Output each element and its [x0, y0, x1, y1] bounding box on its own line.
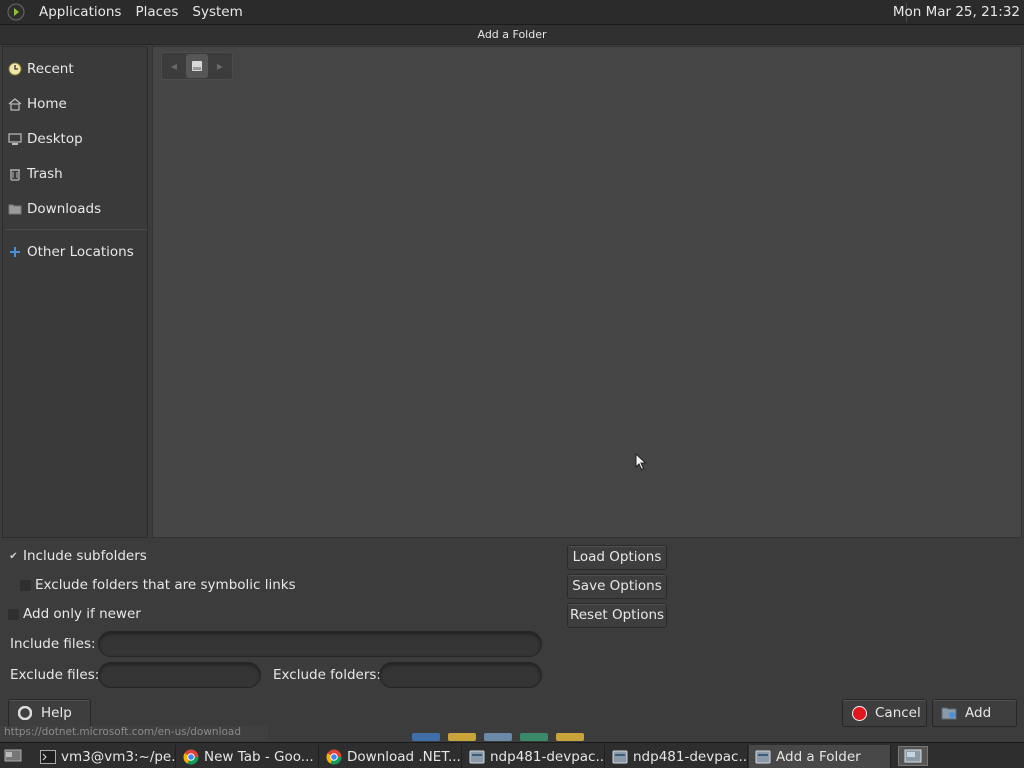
add-button-label: Add	[965, 705, 992, 721]
workspace-switcher-icon[interactable]	[898, 746, 928, 766]
taskbar-item-label: vm3@vm3:~/pe...	[61, 748, 176, 765]
include-subfolders-checkbox[interactable]: ✔ Include subfolders	[8, 548, 147, 564]
menu-applications[interactable]: Applications	[32, 4, 128, 20]
taskbar-item-label: ndp481-devpac...	[633, 748, 748, 765]
distro-logo-icon[interactable]	[6, 2, 26, 22]
include-files-label: Include files:	[10, 636, 96, 652]
sidebar-item-label: Recent	[27, 61, 74, 77]
browser-status-url: https://dotnet.microsoft.com/en-us/downl…	[0, 726, 268, 740]
add-if-newer-label: Add only if newer	[23, 606, 141, 622]
unchecked-box	[8, 608, 19, 620]
unchecked-box	[20, 579, 31, 591]
folder-icon	[7, 201, 23, 217]
exclude-files-label: Exclude files:	[10, 667, 100, 683]
drive-icon	[192, 61, 202, 71]
menu-places[interactable]: Places	[128, 4, 185, 20]
sidebar-item-downloads[interactable]: Downloads	[3, 194, 147, 224]
include-files-input[interactable]	[98, 631, 542, 657]
sidebar-item-desktop[interactable]: Desktop	[3, 124, 147, 154]
taskbar-item-download-net[interactable]: Download .NET...	[320, 745, 462, 768]
exclude-folders-input[interactable]	[379, 662, 542, 688]
exclude-files-input[interactable]	[98, 662, 261, 688]
sidebar-item-label: Other Locations	[27, 244, 134, 260]
check-icon: ✔	[9, 550, 18, 562]
include-subfolders-label: Include subfolders	[23, 548, 147, 564]
cancel-button[interactable]: Cancel	[842, 699, 927, 727]
background-window-strip	[412, 733, 592, 741]
chrome-icon	[326, 749, 342, 765]
help-button[interactable]: Help	[8, 699, 91, 727]
top-panel: Applications Places System Mon Mar 25, 2…	[0, 0, 1024, 25]
dialog-title: Add a Folder	[0, 25, 1024, 45]
taskbar: vm3@vm3:~/pe... New Tab - Goo... Downloa…	[0, 742, 1024, 768]
app-icon	[612, 749, 628, 765]
taskbar-item-ndp481-1[interactable]: ndp481-devpac...	[463, 745, 605, 768]
exclude-symlinks-label: Exclude folders that are symbolic links	[35, 577, 296, 593]
help-icon	[17, 705, 33, 721]
app-icon	[755, 749, 771, 765]
chrome-icon	[183, 749, 199, 765]
home-icon	[7, 96, 23, 112]
desktop-icon	[7, 131, 23, 147]
add-button[interactable]: Add	[932, 699, 1017, 727]
sidebar-item-label: Home	[27, 96, 67, 112]
taskbar-item-label: ndp481-devpac...	[490, 748, 605, 765]
sidebar-item-label: Desktop	[27, 131, 83, 147]
add-folder-icon	[941, 705, 957, 721]
taskbar-item-label: Add a Folder	[776, 748, 861, 765]
path-root-button[interactable]	[186, 54, 208, 78]
taskbar-item-ndp481-2[interactable]: ndp481-devpac...	[606, 745, 748, 768]
cancel-button-label: Cancel	[875, 705, 921, 721]
path-forward-icon[interactable]: ▶	[208, 53, 232, 79]
path-back-icon[interactable]: ◀	[162, 53, 186, 79]
mouse-cursor-icon	[635, 452, 647, 475]
sidebar-item-label: Downloads	[27, 201, 102, 217]
add-if-newer-checkbox[interactable]: Add only if newer	[8, 606, 141, 622]
trash-icon	[7, 166, 23, 182]
sidebar-item-trash[interactable]: Trash	[3, 159, 147, 189]
places-sidebar: Recent Home Desktop Trash Downloads Othe…	[2, 46, 148, 538]
exclude-folders-label: Exclude folders:	[273, 667, 381, 683]
exclude-symlinks-checkbox[interactable]: Exclude folders that are symbolic links	[20, 577, 296, 593]
save-options-button[interactable]: Save Options	[567, 574, 667, 599]
taskbar-item-label: Download .NET...	[347, 748, 461, 765]
help-button-label: Help	[41, 705, 72, 721]
sidebar-item-other-locations[interactable]: Other Locations	[3, 237, 147, 267]
sidebar-item-recent[interactable]: Recent	[3, 54, 147, 84]
plus-icon	[7, 244, 23, 260]
taskbar-item-label: New Tab - Goo...	[204, 748, 314, 765]
clock-icon	[7, 61, 23, 77]
cancel-icon	[851, 705, 867, 721]
path-bar: ◀ ▶	[161, 52, 233, 80]
sidebar-item-home[interactable]: Home	[3, 89, 147, 119]
load-options-button[interactable]: Load Options	[567, 545, 667, 570]
reset-options-button[interactable]: Reset Options	[567, 603, 667, 628]
terminal-icon	[40, 749, 56, 765]
taskbar-item-add-folder[interactable]: Add a Folder	[749, 745, 891, 768]
sidebar-separator	[5, 229, 147, 230]
menu-system[interactable]: System	[185, 4, 249, 20]
file-list-area[interactable]: ◀ ▶	[152, 46, 1022, 538]
app-icon	[469, 749, 485, 765]
taskbar-item-new-tab[interactable]: New Tab - Goo...	[177, 745, 319, 768]
taskbar-item-terminal[interactable]: vm3@vm3:~/pe...	[34, 745, 176, 768]
show-desktop-icon[interactable]	[2, 747, 24, 765]
clock[interactable]: Mon Mar 25, 21:32	[893, 4, 1020, 20]
sidebar-item-label: Trash	[27, 166, 63, 182]
